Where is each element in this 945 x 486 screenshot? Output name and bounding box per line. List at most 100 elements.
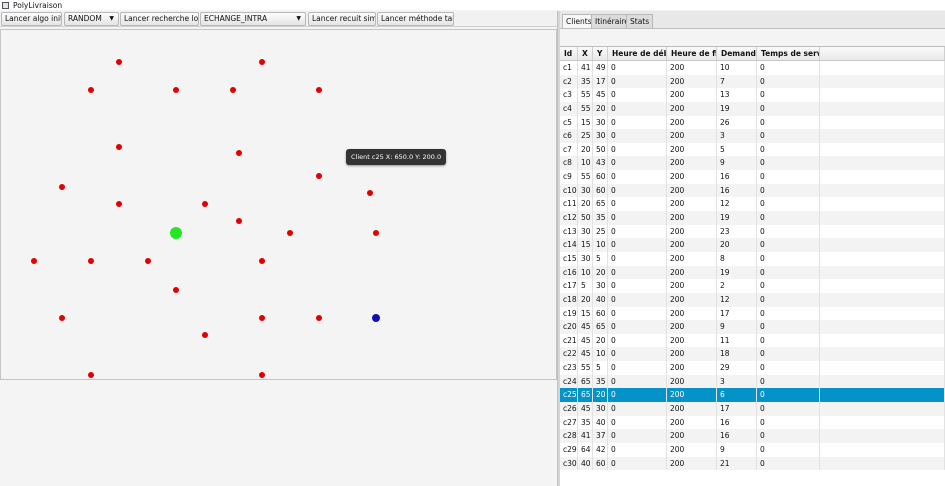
table-row[interactable]: c2 35 17 0 200 7 0: [560, 74, 945, 89]
initial-algo-button[interactable]: Lancer algo initial: [1, 12, 62, 26]
table-cell: 200: [667, 156, 717, 171]
table-cell: 40: [593, 292, 608, 307]
strategy-select[interactable]: RANDOM ▼: [64, 12, 119, 26]
table-cell: c17: [560, 279, 578, 293]
table-cell: 200: [667, 170, 717, 184]
table-row[interactable]: c14 15 10 0 200 20 0: [560, 238, 945, 252]
table-row[interactable]: c12 50 35 0 200 19 0: [560, 211, 945, 225]
client-marker[interactable]: [30, 258, 37, 264]
client-marker[interactable]: [366, 189, 373, 196]
table-cell: 16: [717, 415, 757, 430]
table-row[interactable]: c27 35 40 0 200 16 0: [560, 415, 945, 430]
column-header-start-time[interactable]: Heure de début: [608, 47, 667, 60]
local-search-button[interactable]: Lancer recherche locale: [120, 12, 199, 26]
table-row[interactable]: c11 20 65 0 200 12 0: [560, 197, 945, 212]
table-row[interactable]: c4 55 20 0 200 19 0: [560, 101, 945, 116]
table-cell: 20: [578, 197, 593, 212]
client-marker[interactable]: [173, 87, 179, 93]
table-row[interactable]: c15 30 5 0 200 8 0: [560, 251, 945, 266]
client-marker[interactable]: [372, 229, 379, 236]
column-header-demand[interactable]: Demande: [717, 47, 757, 60]
client-marker[interactable]: [230, 87, 236, 93]
client-marker[interactable]: [258, 58, 265, 65]
column-header-x[interactable]: X: [578, 47, 593, 60]
client-marker[interactable]: [235, 218, 242, 225]
table-row[interactable]: c22 45 10 0 200 18 0: [560, 347, 945, 362]
client-marker[interactable]: [235, 149, 242, 156]
table-row[interactable]: c5 15 30 0 200 26 0: [560, 115, 945, 130]
table-cell: 0: [757, 279, 820, 293]
table-cell: 0: [608, 197, 667, 212]
client-marker[interactable]: [59, 183, 65, 190]
table-cell: 0: [608, 333, 667, 348]
table-cell: 0: [757, 238, 820, 252]
client-marker[interactable]: [201, 201, 208, 207]
table-row[interactable]: c1 41 49 0 200 10 0: [560, 61, 945, 75]
table-row[interactable]: c25 65 20 0 200 6 0: [560, 388, 945, 403]
column-header-service-time[interactable]: Temps de service: [757, 47, 820, 60]
table-cell: 200: [667, 142, 717, 157]
table-cell: 21: [717, 456, 757, 471]
table-cell: 0: [757, 183, 820, 198]
client-marker[interactable]: [315, 87, 322, 93]
window-title: PolyLivraison: [13, 0, 63, 10]
table-row[interactable]: c30 40 60 0 200 21 0: [560, 456, 945, 471]
client-marker[interactable]: [173, 286, 179, 293]
table-row[interactable]: c28 41 37 0 200 16 0: [560, 429, 945, 443]
table-cell: 0: [608, 115, 667, 130]
table-row[interactable]: c6 25 30 0 200 3 0: [560, 129, 945, 143]
table-cell: 0: [757, 361, 820, 375]
client-marker[interactable]: [87, 372, 94, 378]
table-row[interactable]: c23 55 5 0 200 29 0: [560, 361, 945, 375]
column-header-end-time[interactable]: Heure de fin: [667, 47, 717, 60]
map-canvas[interactable]: Client c25 X: 650.0 Y: 200.0: [0, 29, 557, 407]
table-cell: 0: [608, 374, 667, 389]
table-cell: 30: [578, 224, 593, 239]
table-cell: [820, 115, 945, 130]
table-row[interactable]: c20 45 65 0 200 9 0: [560, 320, 945, 334]
client-marker[interactable]: [287, 229, 293, 236]
selected-client-marker[interactable]: [371, 314, 380, 322]
client-marker[interactable]: [258, 258, 265, 264]
column-header-id[interactable]: Id: [560, 47, 578, 60]
table-row[interactable]: c18 20 40 0 200 12 0: [560, 292, 945, 307]
table-cell: 0: [608, 265, 667, 280]
tabu-search-button[interactable]: Lancer méthode tabou: [377, 12, 454, 26]
client-marker[interactable]: [87, 87, 94, 93]
client-marker[interactable]: [315, 172, 322, 179]
table-row[interactable]: c19 15 60 0 200 17 0: [560, 306, 945, 321]
client-marker[interactable]: [315, 315, 322, 321]
table-row[interactable]: c10 30 60 0 200 16 0: [560, 183, 945, 198]
table-cell: [820, 347, 945, 362]
client-marker[interactable]: [144, 258, 151, 264]
client-marker[interactable]: [201, 332, 208, 339]
tab-stats[interactable]: Stats: [626, 14, 654, 28]
client-marker[interactable]: [116, 58, 122, 65]
neighborhood-select[interactable]: ECHANGE_INTRA ▼: [200, 12, 306, 26]
table-cell: 0: [757, 333, 820, 348]
client-marker[interactable]: [59, 315, 65, 321]
client-marker[interactable]: [258, 315, 265, 321]
table-cell: 0: [757, 429, 820, 443]
client-marker[interactable]: [116, 144, 122, 150]
table-row[interactable]: c9 55 60 0 200 16 0: [560, 170, 945, 184]
table-row[interactable]: c16 10 20 0 200 19 0: [560, 265, 945, 280]
client-marker[interactable]: [116, 201, 122, 207]
client-marker[interactable]: [87, 258, 94, 264]
depot-marker[interactable]: [170, 226, 182, 239]
table-row[interactable]: c21 45 20 0 200 11 0: [560, 333, 945, 348]
table-row[interactable]: c3 55 45 0 200 13 0: [560, 88, 945, 102]
table-cell: 16: [717, 429, 757, 443]
table-row[interactable]: c24 65 35 0 200 3 0: [560, 374, 945, 389]
clients-table: Id X Y Heure de début Heure de fin Deman…: [560, 46, 945, 486]
table-row[interactable]: c13 30 25 0 200 23 0: [560, 224, 945, 239]
simulated-annealing-button[interactable]: Lancer recuit simulé: [308, 12, 376, 26]
table-row[interactable]: c17 5 30 0 200 2 0: [560, 279, 945, 293]
table-row[interactable]: c7 20 50 0 200 5 0: [560, 142, 945, 157]
column-header-y[interactable]: Y: [593, 47, 608, 60]
table-row[interactable]: c26 45 30 0 200 17 0: [560, 402, 945, 416]
client-marker[interactable]: [258, 372, 265, 378]
table-row[interactable]: c29 64 42 0 200 9 0: [560, 442, 945, 457]
table-row[interactable]: c8 10 43 0 200 9 0: [560, 156, 945, 171]
table-cell: 20: [593, 388, 608, 403]
